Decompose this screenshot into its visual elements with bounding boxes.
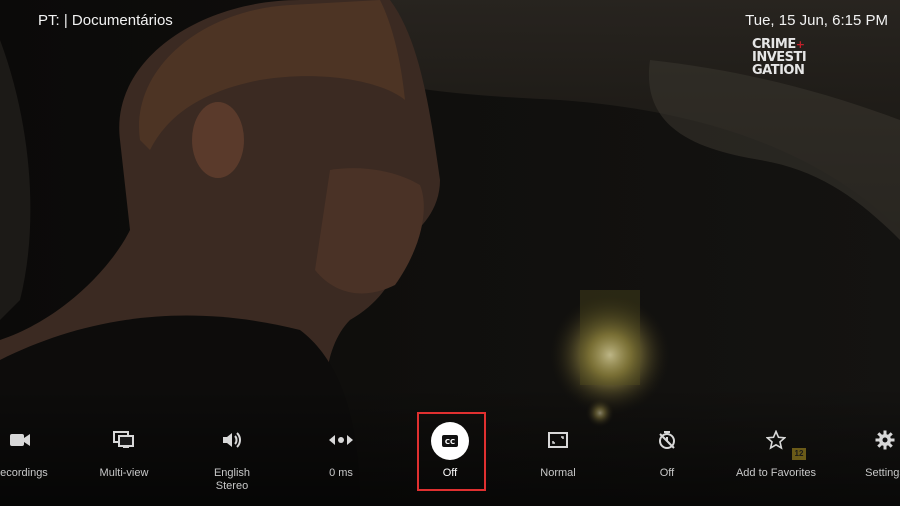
audio-track-button[interactable]: English Stereo <box>182 420 282 493</box>
multi-view-label: Multi-view <box>99 467 149 479</box>
date-time: Tue, 15 Jun, 6:15 PM <box>745 12 888 29</box>
add-to-favorites-button[interactable]: Add to Favorites <box>726 420 826 480</box>
aspect-ratio-icon <box>508 420 608 460</box>
add-to-favorites-label: Add to Favorites <box>735 467 817 479</box>
sleep-timer-icon <box>617 420 717 460</box>
recordings-button[interactable]: Recordings <box>0 420 70 480</box>
gear-icon <box>835 420 900 460</box>
star-icon <box>726 420 826 460</box>
settings-button[interactable]: Settings <box>835 420 900 480</box>
multi-view-icon <box>74 420 174 460</box>
volume-icon <box>182 420 282 460</box>
channel-name: PT: | Documentários <box>38 12 173 29</box>
focus-highlight <box>417 412 486 491</box>
channel-logo: CRIME+ INVESTI GATION <box>752 37 807 78</box>
aspect-ratio-label: Normal <box>540 467 576 479</box>
audio-delay-label: 0 ms <box>329 467 353 479</box>
top-bar: PT: | Documentários Tue, 15 Jun, 6:15 PM <box>0 0 900 40</box>
audio-track-label: English Stereo <box>213 467 251 492</box>
sleep-timer-label: Off <box>659 467 675 479</box>
aspect-ratio-button[interactable]: Normal <box>508 420 608 480</box>
favorites-count-badge: 12 <box>792 448 806 460</box>
audio-delay-button[interactable]: 0 ms <box>291 420 391 480</box>
recordings-label: Recordings <box>0 467 48 479</box>
audio-delay-icon <box>291 420 391 460</box>
settings-label: Settings <box>865 467 900 479</box>
sleep-timer-button[interactable]: Off <box>617 420 717 480</box>
video-camera-icon <box>0 420 70 460</box>
multi-view-button[interactable]: Multi-view <box>74 420 174 480</box>
